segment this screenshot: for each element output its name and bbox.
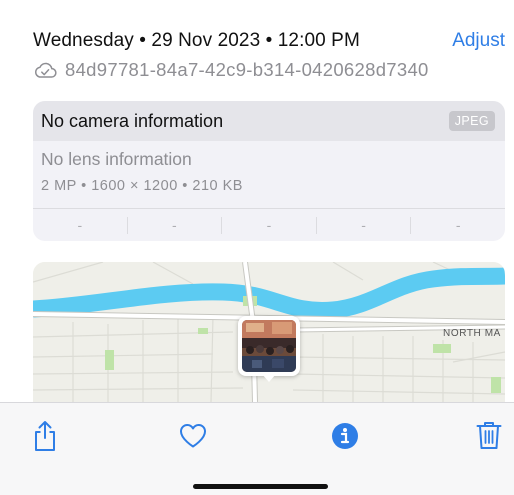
location-map[interactable]: NORTH MA xyxy=(33,262,505,402)
exif-value: - xyxy=(128,216,223,234)
pin-tail xyxy=(262,374,276,382)
exif-value: - xyxy=(455,216,461,233)
trash-icon xyxy=(476,422,502,449)
info-icon xyxy=(332,423,358,449)
cloud-check-icon xyxy=(34,62,57,78)
exif-row: - - - - - xyxy=(33,208,505,241)
share-button[interactable] xyxy=(33,420,57,457)
image-specs: 2 MP • 1600 × 1200 • 210 KB xyxy=(41,178,243,194)
photo-id-row: 84d97781-84a7-42c9-b314-0420628d7340 xyxy=(33,59,505,81)
date-row: Wednesday • 29 Nov 2023 • 12:00 PM Adjus… xyxy=(33,30,505,52)
camera-row: No camera information JPEG xyxy=(33,101,505,141)
exif-value: - xyxy=(317,216,412,234)
info-button[interactable] xyxy=(331,422,359,455)
home-indicator[interactable] xyxy=(193,484,328,489)
photo-thumbnail xyxy=(242,320,296,372)
lens-info: No lens information xyxy=(41,149,192,169)
exif-value: - xyxy=(222,216,317,234)
bottom-toolbar xyxy=(0,402,514,495)
street-label: NORTH MA xyxy=(443,328,501,339)
camera-info: No camera information xyxy=(41,110,224,131)
format-badge: JPEG xyxy=(448,111,495,131)
photo-date: Wednesday • 29 Nov 2023 • 12:00 PM xyxy=(33,30,360,51)
adjust-button[interactable]: Adjust xyxy=(452,30,505,52)
delete-button[interactable] xyxy=(476,420,502,455)
exif-value: - xyxy=(33,216,128,234)
photo-location-pin[interactable] xyxy=(238,316,300,382)
heart-icon xyxy=(180,424,206,448)
photo-info-card: No camera information JPEG No lens infor… xyxy=(33,101,505,241)
photo-id: 84d97781-84a7-42c9-b314-0420628d7340 xyxy=(65,59,429,80)
share-icon xyxy=(35,421,55,451)
photo-header: Wednesday • 29 Nov 2023 • 12:00 PM Adjus… xyxy=(33,30,505,81)
favorite-button[interactable] xyxy=(179,423,207,454)
